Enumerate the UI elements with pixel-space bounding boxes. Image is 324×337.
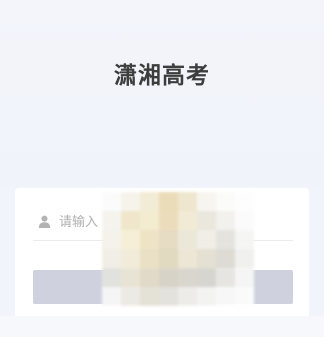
- pixelated-overlay: [102, 192, 254, 306]
- header-area: 潇湘高考: [0, 0, 324, 186]
- app-title: 潇湘高考: [114, 63, 210, 89]
- user-icon: [38, 215, 51, 228]
- bottom-strip: [0, 316, 324, 337]
